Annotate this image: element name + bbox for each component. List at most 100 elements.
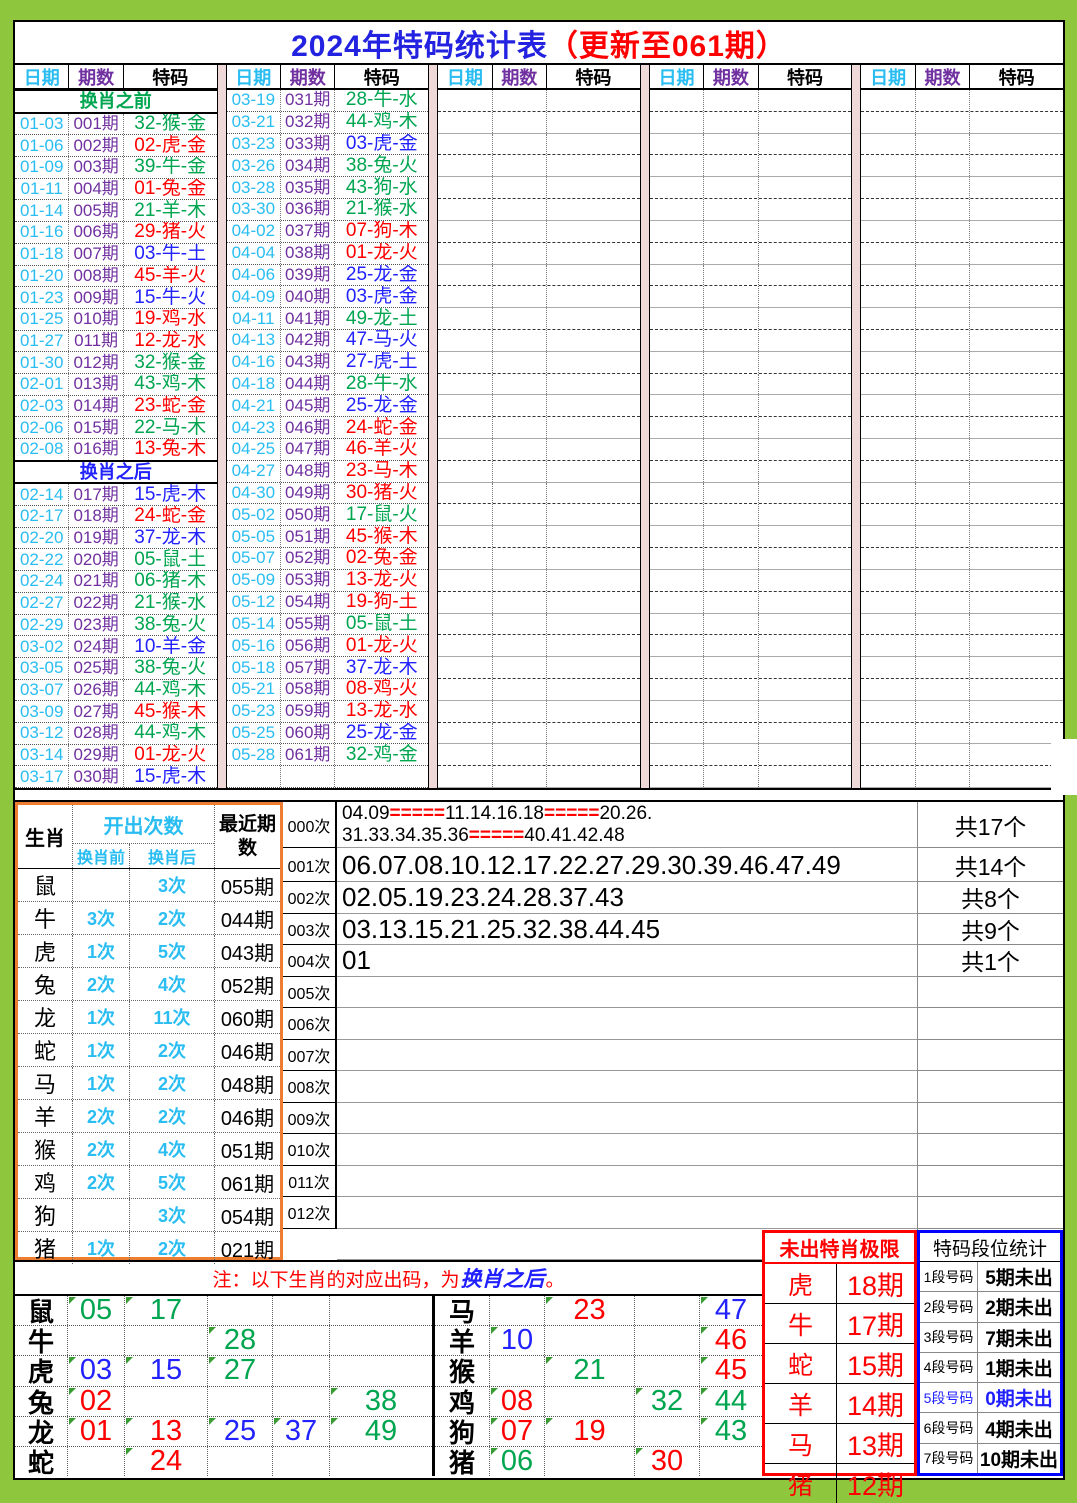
empty-date-cell [650, 351, 705, 373]
empty-period-cell [704, 526, 759, 548]
times-label-blank [283, 1229, 337, 1261]
empty-row [649, 111, 852, 134]
period-cell: 043期 [281, 351, 336, 373]
times-total [918, 1008, 1063, 1040]
empty-row [649, 133, 852, 156]
empty-row [649, 548, 852, 570]
times-label: 010次 [283, 1134, 337, 1166]
times-total: 共14个 [918, 848, 1063, 882]
missing-zodiac: 虎 [765, 1264, 837, 1303]
table-body [649, 90, 852, 788]
header-before-change: 换肖前 [73, 844, 130, 868]
result-row: 01-06 002期 02-虎-金 [15, 135, 217, 158]
period-cell: 025期 [69, 657, 124, 679]
note-suffix: 。 [545, 1269, 565, 1291]
empty-row [861, 766, 1063, 788]
special-code-cell: 30-猪-火 [345, 482, 418, 504]
empty-code-cell [759, 352, 852, 373]
date-cell: 01-20 [15, 265, 70, 287]
date-cell: 04-02 [227, 220, 282, 242]
result-row: 05-09 053期 13-龙-火 [226, 569, 429, 592]
times-numbers: 01 [342, 945, 371, 976]
date-cell: 04-27 [227, 460, 282, 482]
times-numbers: 03.13.15.21.25.32.38.44.45 [342, 913, 661, 944]
empty-period-cell [704, 199, 759, 220]
main-table: 日期 期数 特码 换肖之前 01-03 001期 32-猴-金 01-06 002期 02-虎-金… [15, 63, 1063, 790]
empty-date-cell [650, 635, 705, 657]
missing-periods: 12期 [846, 1471, 905, 1501]
period-cell: 010期 [69, 308, 124, 330]
empty-row [438, 722, 640, 745]
empty-row [649, 264, 852, 287]
right-edge-white-patch [1051, 739, 1077, 795]
column-header-code: 特码 [363, 67, 400, 88]
empty-period-cell [916, 351, 971, 373]
empty-period-cell [916, 155, 971, 177]
special-code-cell: 25-龙-金 [345, 395, 418, 416]
missing-limit-row: 马 13期 [765, 1424, 914, 1464]
empty-code-cell [970, 614, 1063, 635]
result-row: 02-29 023期 38-兔-火 [15, 614, 217, 637]
special-code-cell: 49-龙-土 [345, 308, 418, 329]
result-row: 03-09 027期 45-猴-木 [15, 701, 217, 723]
empty-period-cell [704, 308, 759, 329]
empty-date-cell [438, 133, 493, 155]
period-cell: 016期 [69, 439, 124, 460]
table-body: 03-19 031期 28-牛-水 03-21 032期 44-鸡-木 03-23 033期 0… [226, 90, 429, 788]
zodiac-stats-header: 生肖 开出次数 换肖前 换肖后 最近期数 [18, 805, 280, 869]
date-cell: 04-16 [227, 351, 282, 373]
empty-period-cell [493, 308, 548, 329]
empty-code-cell [759, 570, 852, 591]
empty-row [438, 395, 640, 418]
empty-date-cell [861, 635, 916, 657]
date-cell: 02-01 [15, 373, 70, 395]
empty-date-cell [438, 90, 493, 111]
empty-row [438, 591, 640, 614]
empty-date-cell [438, 700, 493, 722]
segment-row: 7段号码 10期未出 [920, 1443, 1060, 1473]
special-code-cell: 39-牛-金 [134, 157, 207, 178]
empty-code-cell [759, 701, 852, 722]
period-cell: 046期 [281, 417, 336, 438]
empty-code-cell [759, 177, 852, 198]
empty-period-cell [916, 482, 971, 504]
times-after: 3次 [130, 1199, 215, 1231]
empty-code-cell [970, 461, 1063, 482]
special-code-cell: 32-猴-金 [134, 352, 207, 373]
table-header-row: 日期 期数 特码 [649, 65, 852, 90]
empty-code-cell [759, 221, 852, 242]
table-body [438, 90, 640, 788]
recent-period: 061期 [220, 1173, 275, 1196]
times-label-column: 000次 001次 002次 003次 004次 005次 006次 007次 008次 009次… [283, 802, 337, 1260]
result-row: 03-07 026期 44-鸡-木 [15, 679, 217, 702]
empty-period-cell [704, 460, 759, 482]
period-cell: 033期 [281, 133, 336, 155]
empty-code-cell [547, 766, 640, 787]
times-label: 007次 [283, 1039, 337, 1071]
empty-date-cell [438, 613, 493, 635]
missing-periods: 15期 [846, 1351, 905, 1381]
date-cell: 05-21 [227, 678, 282, 700]
zodiac-name: 鸡 [435, 1386, 490, 1418]
period-cell: 036期 [281, 199, 336, 220]
empty-period-cell [493, 242, 548, 264]
empty-period-cell [493, 482, 548, 504]
date-cell: 02-17 [15, 506, 70, 527]
zodiac-number-cell-empty [330, 1296, 432, 1325]
date-cell: 03-14 [15, 744, 70, 766]
special-code-cell: 10-羊-金 [134, 636, 207, 657]
empty-date-cell [438, 199, 493, 220]
empty-code-cell [970, 199, 1063, 220]
column-header-date: 日期 [861, 65, 916, 88]
zodiac-number-row: 蛇 24 [15, 1446, 432, 1478]
empty-row [861, 504, 1063, 527]
times-numbers-cell: 01 [337, 945, 917, 977]
empty-period-cell [493, 526, 548, 548]
empty-date-cell [650, 460, 705, 482]
result-row: 04-18 044期 28-牛-水 [226, 373, 429, 396]
period-cell: 031期 [281, 90, 336, 111]
empty-date-cell [438, 351, 493, 373]
empty-date-cell [861, 264, 916, 286]
zodiac-number-cell: 23 [545, 1296, 635, 1326]
zodiac-stats-row: 虎 1次 5次 043期 [18, 935, 280, 968]
